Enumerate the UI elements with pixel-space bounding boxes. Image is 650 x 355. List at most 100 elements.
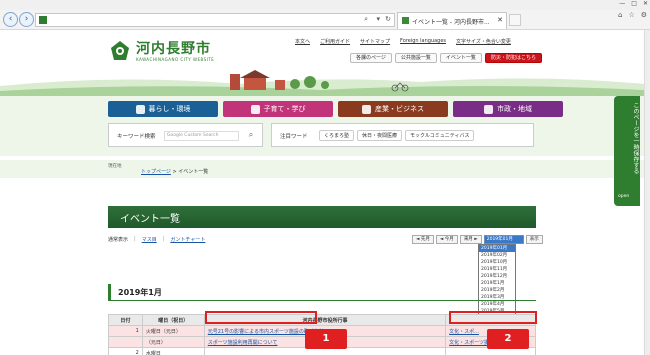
link-foreign-languages[interactable]: Foreign languages [400, 38, 446, 45]
back-icon[interactable]: ‹ [3, 12, 18, 27]
events-button[interactable]: イベント一覧 [439, 53, 482, 63]
pencil-icon [250, 104, 260, 114]
site-header: 河内長野市 KAWACHINAGANO CITY WEBSITE 本文へ ご利用… [0, 30, 644, 96]
month-option[interactable]: 2019年01月 [479, 245, 515, 252]
refresh-icon[interactable]: ↻ [385, 15, 391, 23]
dropdown-icon[interactable]: ▾ [376, 15, 380, 23]
view-mode-gantt-link[interactable]: ガントチャート [170, 236, 205, 243]
link-text-size[interactable]: 文字サイズ・色合い変更 [456, 38, 511, 45]
featured-keywords: 注目ワード くろまろ塾 休日・夜間医療 モックルコミュニティバス [271, 123, 534, 147]
forward-icon[interactable]: › [19, 12, 34, 27]
header-buttons: 各課のページ 公共施設一覧 イベント一覧 防災・防犯はこちら [350, 53, 542, 63]
department-link[interactable]: 文化・スポ... [449, 329, 479, 335]
page-title-bar: イベント一覧 [108, 206, 536, 228]
keyword-link[interactable]: モックルコミュニティバス [405, 130, 475, 141]
month-option[interactable]: 2019年4月 [479, 301, 515, 308]
new-tab-button[interactable] [509, 14, 521, 26]
cell-date: 2 [108, 347, 143, 355]
browser-tab[interactable]: イベント一覧 - 河内長野市... ✕ [397, 12, 507, 29]
annotation-label-2: 2 [487, 329, 529, 349]
cell-date: 1 [108, 325, 143, 337]
browser-tools: ⌂ ☆ ⚙ [618, 11, 647, 19]
breadcrumb-current: イベント一覧 [178, 169, 209, 175]
browser-titlebar: — □ ✕ [0, 0, 650, 10]
page-title: イベント一覧 [120, 214, 180, 225]
separator: | [134, 236, 136, 242]
month-option[interactable]: 2019年10月 [479, 259, 515, 266]
tab-business-label: 産業・ビジネス [375, 105, 424, 113]
featured-keywords-label: 注目ワード [280, 134, 308, 140]
column-header-date: 日付 [108, 314, 143, 326]
separator: | [162, 236, 165, 242]
address-bar[interactable]: ⌕ ▾ ↻ [35, 13, 395, 27]
prev-month-button[interactable]: ◄ 先月 [412, 235, 434, 244]
category-tabs: 暮らし・環境 子育て・学び 産業・ビジネス 市政・地域 [108, 101, 563, 117]
browser-toolbar: ‹ › ⌕ ▾ ↻ イベント一覧 - 河内長野市... ✕ ⌂ ☆ ⚙ [0, 10, 650, 30]
annotation-box-1 [205, 311, 317, 324]
link-guide[interactable]: ご利用ガイド [320, 38, 350, 45]
view-mode-normal: 通常表示 [108, 237, 129, 243]
event-link[interactable]: スポーツ施設利用再開について [208, 340, 278, 346]
view-mode-switcher: 通常表示 | マス目 | ガントチャート [108, 236, 205, 243]
breadcrumb-top-link[interactable]: トップページ [141, 169, 171, 175]
annotation-box-2 [449, 311, 537, 324]
cell-weekday: 水曜日 [141, 347, 205, 355]
disaster-prevention-button[interactable]: 防災・防犯はこちら [484, 53, 542, 63]
save-page-side-tab[interactable]: このページを一時保存する [614, 96, 640, 206]
settings-icon[interactable]: ⚙ [641, 11, 647, 19]
breadcrumb: トップページ > イベント一覧 [141, 168, 208, 175]
window-controls: — □ ✕ [619, 0, 648, 7]
maximize-button[interactable]: □ [631, 0, 637, 7]
favicon-icon [39, 16, 47, 24]
star-icon [484, 104, 493, 114]
global-nav: 暮らし・環境 子育て・学び 産業・ビジネス 市政・地域 キーワード検索 Goog… [0, 96, 644, 156]
page-viewport: 河内長野市 KAWACHINAGANO CITY WEBSITE 本文へ ご利用… [0, 30, 644, 355]
keyword-search: キーワード検索 Google Custom Search ⌕ [108, 123, 263, 147]
month-option[interactable]: 2019年12月 [479, 273, 515, 280]
tab-business[interactable]: 産業・ビジネス [338, 101, 448, 117]
tab-living-label: 暮らし・環境 [148, 105, 191, 113]
search-input[interactable]: Google Custom Search [164, 131, 239, 141]
cell-weekday: （元日） [141, 336, 205, 348]
site-logo-text[interactable]: 河内長野市 [136, 38, 211, 58]
link-sitemap[interactable]: サイトマップ [360, 38, 390, 45]
favorites-icon[interactable]: ☆ [628, 11, 634, 19]
shop-icon [362, 104, 371, 114]
tab-childcare-label: 子育て・学び [263, 105, 306, 113]
month-option[interactable]: 2019年11月 [479, 266, 515, 273]
departments-button[interactable]: 各課のページ [350, 53, 392, 63]
close-icon[interactable]: ✕ [497, 16, 503, 24]
city-emblem-icon[interactable] [110, 40, 130, 62]
tab-city-admin[interactable]: 市政・地域 [453, 101, 563, 117]
cell-date [108, 336, 143, 348]
search-label: キーワード検索 [117, 134, 156, 140]
page-scrollbar[interactable] [644, 30, 650, 355]
link-skip-to-content[interactable]: 本文へ [295, 38, 310, 45]
header-landscape-illustration [0, 70, 644, 96]
minimize-button[interactable]: — [619, 0, 625, 7]
search-icon[interactable]: ⌕ [246, 130, 256, 140]
side-tab-open-label[interactable]: open [618, 194, 629, 199]
tab-living[interactable]: 暮らし・環境 [108, 101, 218, 117]
next-month-button[interactable]: 来月 ► [459, 235, 482, 244]
breadcrumb-current-location-label: 現在地 [108, 164, 122, 169]
tab-city-admin-label: 市政・地域 [497, 105, 532, 113]
house-icon [135, 104, 145, 114]
tab-favicon-icon [402, 17, 409, 24]
month-heading: 2019年1月 [108, 284, 536, 301]
close-button[interactable]: ✕ [643, 0, 648, 7]
keyword-link[interactable]: くろまろ塾 [319, 130, 355, 141]
tab-childcare[interactable]: 子育て・学び [223, 101, 333, 117]
month-select[interactable]: 2019年01月 [483, 235, 524, 244]
month-heading-text: 2019年1月 [118, 288, 162, 297]
utility-links: 本文へ ご利用ガイド サイトマップ Foreign languages 文字サイ… [295, 38, 511, 45]
facilities-button[interactable]: 公共施設一覧 [394, 53, 437, 63]
keyword-link[interactable]: 休日・夜間医療 [357, 130, 403, 141]
show-button[interactable]: 表示 [525, 235, 543, 244]
this-month-button[interactable]: ◄ 今月 [435, 235, 458, 244]
home-icon[interactable]: ⌂ [618, 11, 622, 19]
month-option[interactable]: 2019年02月 [479, 252, 515, 259]
site-logo-subtext: KAWACHINAGANO CITY WEBSITE [136, 57, 215, 62]
search-icon[interactable]: ⌕ [364, 15, 368, 24]
view-mode-month-link[interactable]: マス目 [142, 236, 157, 243]
